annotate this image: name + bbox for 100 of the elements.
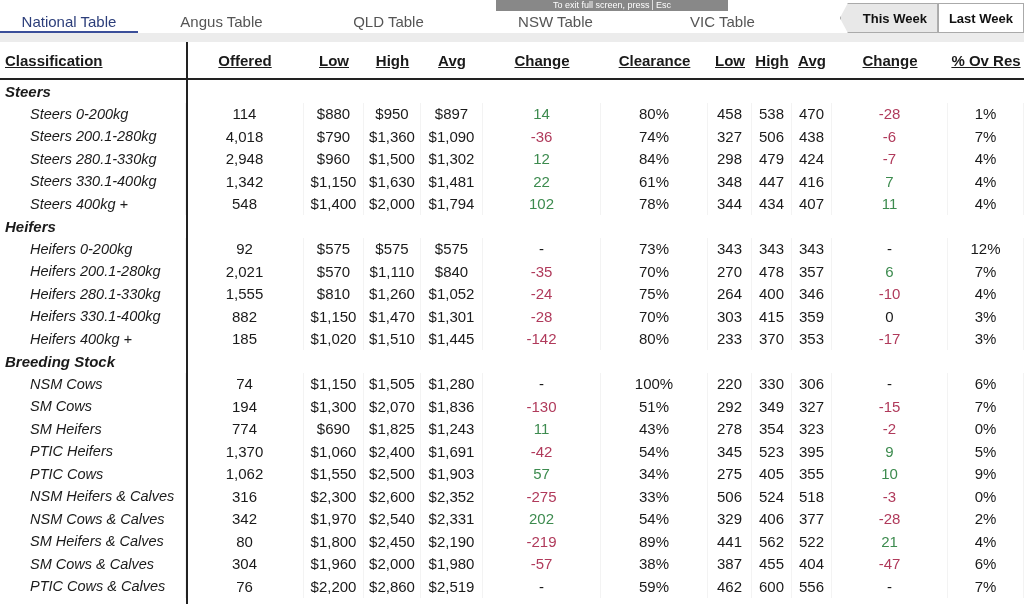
table-cell: -35 <box>530 262 553 280</box>
column-header[interactable]: Low <box>319 51 349 69</box>
table-cell: $2,500 <box>369 465 415 483</box>
table-cell: $1,794 <box>428 195 475 213</box>
table-cell: -28 <box>878 105 901 123</box>
table-cell: $1,481 <box>428 172 475 190</box>
row-label: PTIC Cows <box>29 465 104 482</box>
table-cell: $2,200 <box>310 577 357 595</box>
table-cell: 54% <box>639 510 669 528</box>
table-cell: 220 <box>717 375 742 393</box>
table-cell: -3 <box>882 487 897 505</box>
table-cell: 4% <box>974 285 997 303</box>
table-cell: -7 <box>882 150 897 168</box>
table-cell: 14 <box>533 105 550 123</box>
column-header[interactable]: Low <box>715 51 745 69</box>
table-cell: $1,691 <box>428 442 475 460</box>
table-cell: 424 <box>799 150 824 168</box>
table-cell: $1,090 <box>428 127 475 145</box>
table-cell: 416 <box>799 172 824 190</box>
table-cell: 343 <box>759 240 784 258</box>
table-cell: 344 <box>717 195 742 213</box>
table-cell: $2,860 <box>369 577 415 595</box>
table-cell: $2,540 <box>369 510 415 528</box>
table-cell: -42 <box>530 442 553 460</box>
table-cell: 70% <box>639 262 669 280</box>
table-cell: $2,000 <box>369 195 415 213</box>
table-tab[interactable]: QLD Table <box>305 0 472 33</box>
table-tab[interactable]: Angus Table <box>138 0 305 33</box>
row-label: SM Cows & Calves <box>29 555 155 572</box>
table-cell: 89% <box>639 532 669 550</box>
table-cell: $1,260 <box>369 285 415 303</box>
table-cell: 1,342 <box>225 172 264 190</box>
table-cell: 202 <box>529 510 554 528</box>
column-header[interactable]: High <box>755 51 789 69</box>
week-button[interactable]: Last Week <box>937 3 1024 33</box>
column-header[interactable]: Change <box>862 51 918 69</box>
table-cell: 405 <box>759 465 784 483</box>
table-cell: 11 <box>533 420 550 438</box>
table-cell: $570 <box>316 262 351 280</box>
table-cell: $1,150 <box>310 172 357 190</box>
table-cell: 54% <box>639 442 669 460</box>
column-header[interactable]: High <box>375 51 410 69</box>
column-header[interactable]: Clearance <box>618 51 691 69</box>
row-label: Steers 330.1-400kg <box>29 173 157 190</box>
row-label: Heifers 0-200kg <box>29 240 133 257</box>
row-label: SM Heifers & Calves <box>29 533 164 550</box>
column-header[interactable]: Offered <box>218 51 272 69</box>
table-cell: 278 <box>717 420 742 438</box>
table-cell: 774 <box>232 420 257 438</box>
table-cell: 33% <box>639 487 669 505</box>
table-cell: $1,825 <box>369 420 415 438</box>
table-cell: $1,243 <box>428 420 475 438</box>
table-cell: -6 <box>882 127 897 145</box>
table-cell: $1,020 <box>310 330 357 348</box>
table-cell: 9 <box>885 442 894 460</box>
table-cell: 455 <box>759 555 784 573</box>
table-cell: 400 <box>759 285 784 303</box>
row-label: Heifers 280.1-330kg <box>29 285 161 302</box>
table-cell: 6% <box>974 375 997 393</box>
table-cell: 346 <box>799 285 824 303</box>
table-cell: -24 <box>530 285 553 303</box>
table-cell: $2,352 <box>428 487 475 505</box>
table-cell: 6 <box>885 262 894 280</box>
column-header[interactable]: Classification <box>5 51 103 69</box>
table-cell: $575 <box>375 240 409 258</box>
table-cell: 92 <box>236 240 253 258</box>
row-label: PTIC Heifers <box>29 443 113 460</box>
table-cell: 522 <box>799 532 824 550</box>
table-cell: $690 <box>316 420 351 438</box>
table-cell: $2,331 <box>428 510 475 528</box>
table-cell: -28 <box>530 307 553 325</box>
table-cell: - <box>539 375 544 393</box>
table-cell: 600 <box>759 577 784 595</box>
table-cell: 316 <box>232 487 257 505</box>
table-cell: 345 <box>717 442 742 460</box>
table-cell: $1,060 <box>310 442 357 460</box>
table-cell: $1,302 <box>428 150 475 168</box>
week-button[interactable]: This Week <box>839 3 938 33</box>
table-cell: 441 <box>717 532 742 550</box>
table-cell: $1,903 <box>428 465 475 483</box>
table-cell: 194 <box>232 397 257 415</box>
table-cell: 327 <box>717 127 742 145</box>
column-header[interactable]: Avg <box>798 51 826 69</box>
table-cell: 75% <box>639 285 669 303</box>
table-cell: 395 <box>799 442 824 460</box>
table-cell: - <box>887 577 892 595</box>
table-cell: 538 <box>759 105 784 123</box>
table-cell: $950 <box>375 105 409 123</box>
table-cell: $1,301 <box>428 307 475 325</box>
table-cell: 70% <box>639 307 669 325</box>
column-header[interactable]: % Ov Res <box>951 51 1021 69</box>
column-header[interactable]: Avg <box>438 51 466 69</box>
table-cell: 298 <box>717 150 742 168</box>
group-label: Heifers <box>4 217 56 235</box>
table-cell: $1,400 <box>310 195 357 213</box>
table-cell: 506 <box>717 487 742 505</box>
fullscreen-toast: To exit full screen, press Esc <box>496 0 728 11</box>
column-header[interactable]: Change <box>514 51 570 69</box>
table-cell: - <box>539 577 544 595</box>
table-cell: 11 <box>881 195 898 213</box>
